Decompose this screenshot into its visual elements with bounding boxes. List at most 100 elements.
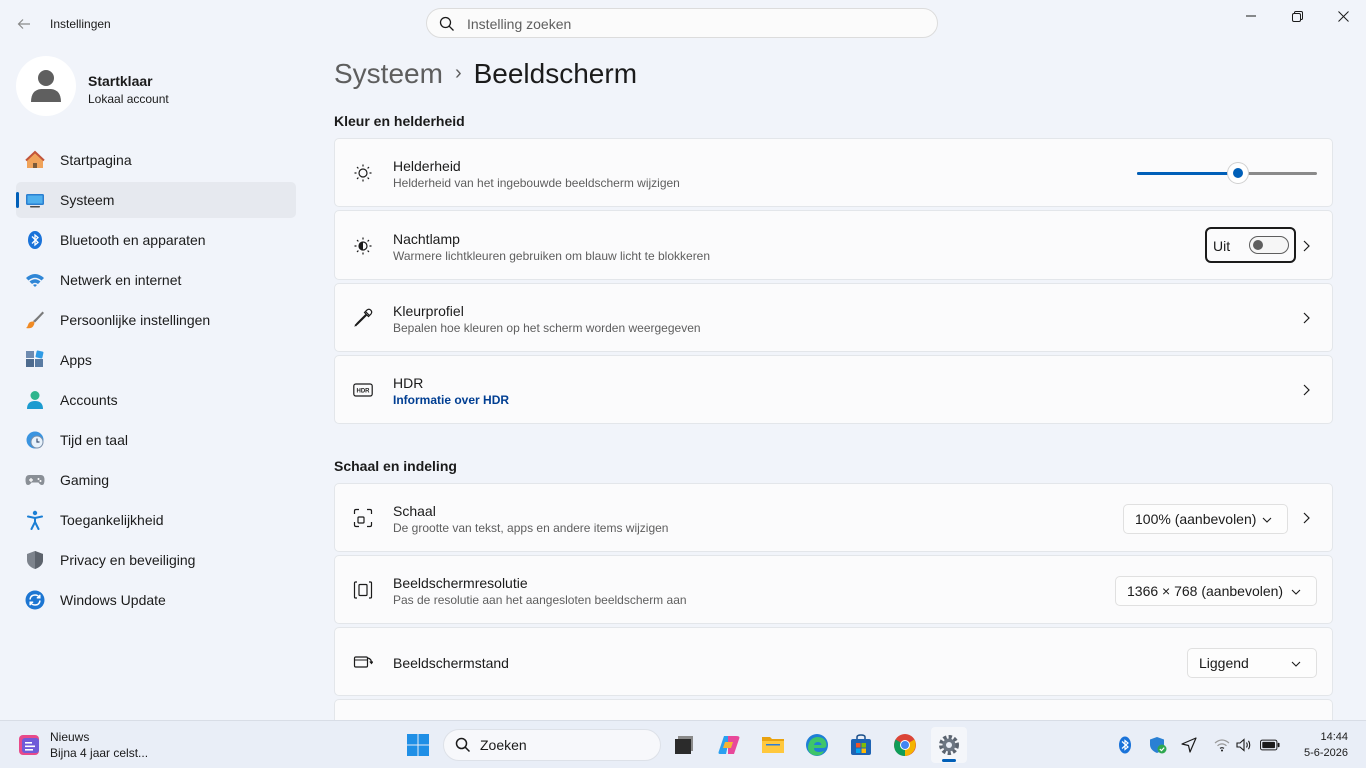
scale-desc: De grootte van tekst, apps en andere ite… [393,521,669,535]
resolution-dropdown-value: 1366 × 768 (aanbevolen) [1127,583,1284,599]
taskbar-search[interactable]: Zoeken [443,729,661,761]
sidebar-item-windows-update[interactable]: Windows Update [16,582,296,618]
chrome-app[interactable] [887,727,923,763]
copilot-icon [718,736,740,754]
hdr-info-link[interactable]: Informatie over HDR [393,393,509,407]
svg-text:HDR: HDR [357,389,371,395]
start-button[interactable] [400,727,436,763]
news-subtitle: Bijna 4 jaar celst... [50,746,149,760]
sidebar-item-bluetooth[interactable]: Bluetooth en apparaten [16,222,296,258]
store-app[interactable] [843,727,879,763]
sidebar-item-label: Accounts [60,392,118,408]
sun-icon [354,164,372,182]
sidebar-item-startpagina[interactable]: Startpagina [16,142,296,178]
chevron-right-icon [1303,240,1310,252]
colorprofile-card[interactable]: Kleurprofiel Bepalen hoe kleuren op het … [334,283,1333,352]
taskview-icon [675,736,693,754]
person-icon [31,70,61,102]
minimize-button[interactable] [1228,0,1274,32]
sidebar-item-tijd[interactable]: Tijd en taal [16,422,296,458]
sidebar-item-label: Systeem [60,192,115,208]
security-tray[interactable] [1148,735,1168,755]
nightlight-toggle[interactable] [1249,236,1289,254]
battery-tray[interactable] [1260,735,1280,755]
sidebar-item-persoonlijk[interactable]: Persoonlijke instellingen [16,302,296,338]
copilot-app[interactable] [711,727,747,763]
location-arrow-icon [1181,737,1197,753]
sidebar-item-accounts[interactable]: Accounts [16,382,296,418]
clock-time: 14:44 [1320,731,1348,743]
sidebar-item-privacy[interactable]: Privacy en beveiliging [16,542,296,578]
scale-title: Schaal [393,503,436,519]
sidebar-item-gaming[interactable]: Gaming [16,462,296,498]
resolution-icon [353,581,373,599]
maximize-button[interactable] [1274,0,1320,32]
scale-dropdown[interactable]: 100% (aanbevolen) [1123,504,1288,534]
folder-icon [762,737,784,753]
avatar [16,56,76,116]
breadcrumb-separator: › [454,62,462,84]
nightlight-state-label: Uit [1213,238,1231,254]
taskbar-search-label: Zoeken [480,737,527,753]
brightness-desc: Helderheid van het ingebouwde beeldscher… [393,176,680,190]
nightlight-card[interactable]: Nachtlamp Warmere lichtkleuren gebruiken… [334,210,1333,280]
file-explorer-app[interactable] [755,727,791,763]
brightness-slider[interactable] [1137,163,1317,183]
orientation-icon [353,656,373,668]
accessibility-icon [25,510,45,530]
title-bar: Instellingen [0,0,1366,48]
chevron-down-icon [1262,517,1272,523]
windows-logo-icon [407,734,429,756]
brush-icon [25,310,45,330]
scale-dropdown-value: 100% (aanbevolen) [1135,511,1257,527]
taskview-button[interactable] [666,727,702,763]
sidebar-item-label: Apps [60,352,92,368]
news-icon [19,735,39,755]
settings-app[interactable] [931,727,967,763]
chevron-right-icon [1303,312,1310,324]
hdr-icon: HDR [353,383,373,397]
back-button[interactable] [12,12,36,36]
section-title-scale: Schaal en indeling [334,458,457,474]
system-icon [25,190,45,210]
eyedropper-icon [354,308,373,327]
hdr-card[interactable]: HDR HDR Informatie over HDR [334,355,1333,424]
network-tray[interactable] [1212,735,1232,755]
wifi-icon [25,270,45,290]
brightness-title: Helderheid [393,158,461,174]
orientation-dropdown[interactable]: Liggend [1187,648,1317,678]
bluetooth-icon [1119,736,1131,754]
resolution-dropdown[interactable]: 1366 × 768 (aanbevolen) [1115,576,1317,606]
search-icon [455,737,471,753]
arrow-left-icon [17,19,30,29]
slider-thumb[interactable] [1228,163,1248,183]
apps-icon [25,350,45,370]
chevron-right-icon [1303,384,1310,396]
sidebar-item-apps[interactable]: Apps [16,342,296,378]
update-icon [25,590,45,610]
resolution-card: Beeldschermresolutie Pas de resolutie aa… [334,555,1333,624]
nightlight-toggle-focus[interactable]: Uit [1205,227,1296,263]
clock[interactable]: 14:44 5-6-2026 [1304,729,1348,761]
breadcrumb-parent[interactable]: Systeem [334,58,443,89]
volume-tray[interactable] [1234,735,1254,755]
clock-date: 5-6-2026 [1303,747,1348,759]
location-tray[interactable] [1179,735,1199,755]
colorprofile-title: Kleurprofiel [393,303,464,319]
close-button[interactable] [1320,0,1366,32]
sidebar-item-netwerk[interactable]: Netwerk en internet [16,262,296,298]
edge-app[interactable] [799,727,835,763]
wifi-icon [1214,739,1230,752]
settings-search[interactable] [426,8,938,38]
chevron-right-icon [1303,512,1310,524]
chevron-down-icon [1291,589,1301,595]
sidebar-item-label: Bluetooth en apparaten [60,232,206,248]
sidebar-item-toegankelijkheid[interactable]: Toegankelijkheid [16,502,296,538]
search-input[interactable] [465,13,929,35]
clock-globe-icon [25,430,45,450]
resolution-title: Beeldschermresolutie [393,575,528,591]
scale-card[interactable]: Schaal De grootte van tekst, apps en and… [334,483,1333,552]
sidebar-item-systeem[interactable]: Systeem [16,182,296,218]
bluetooth-tray[interactable] [1115,735,1135,755]
store-icon [851,734,871,755]
